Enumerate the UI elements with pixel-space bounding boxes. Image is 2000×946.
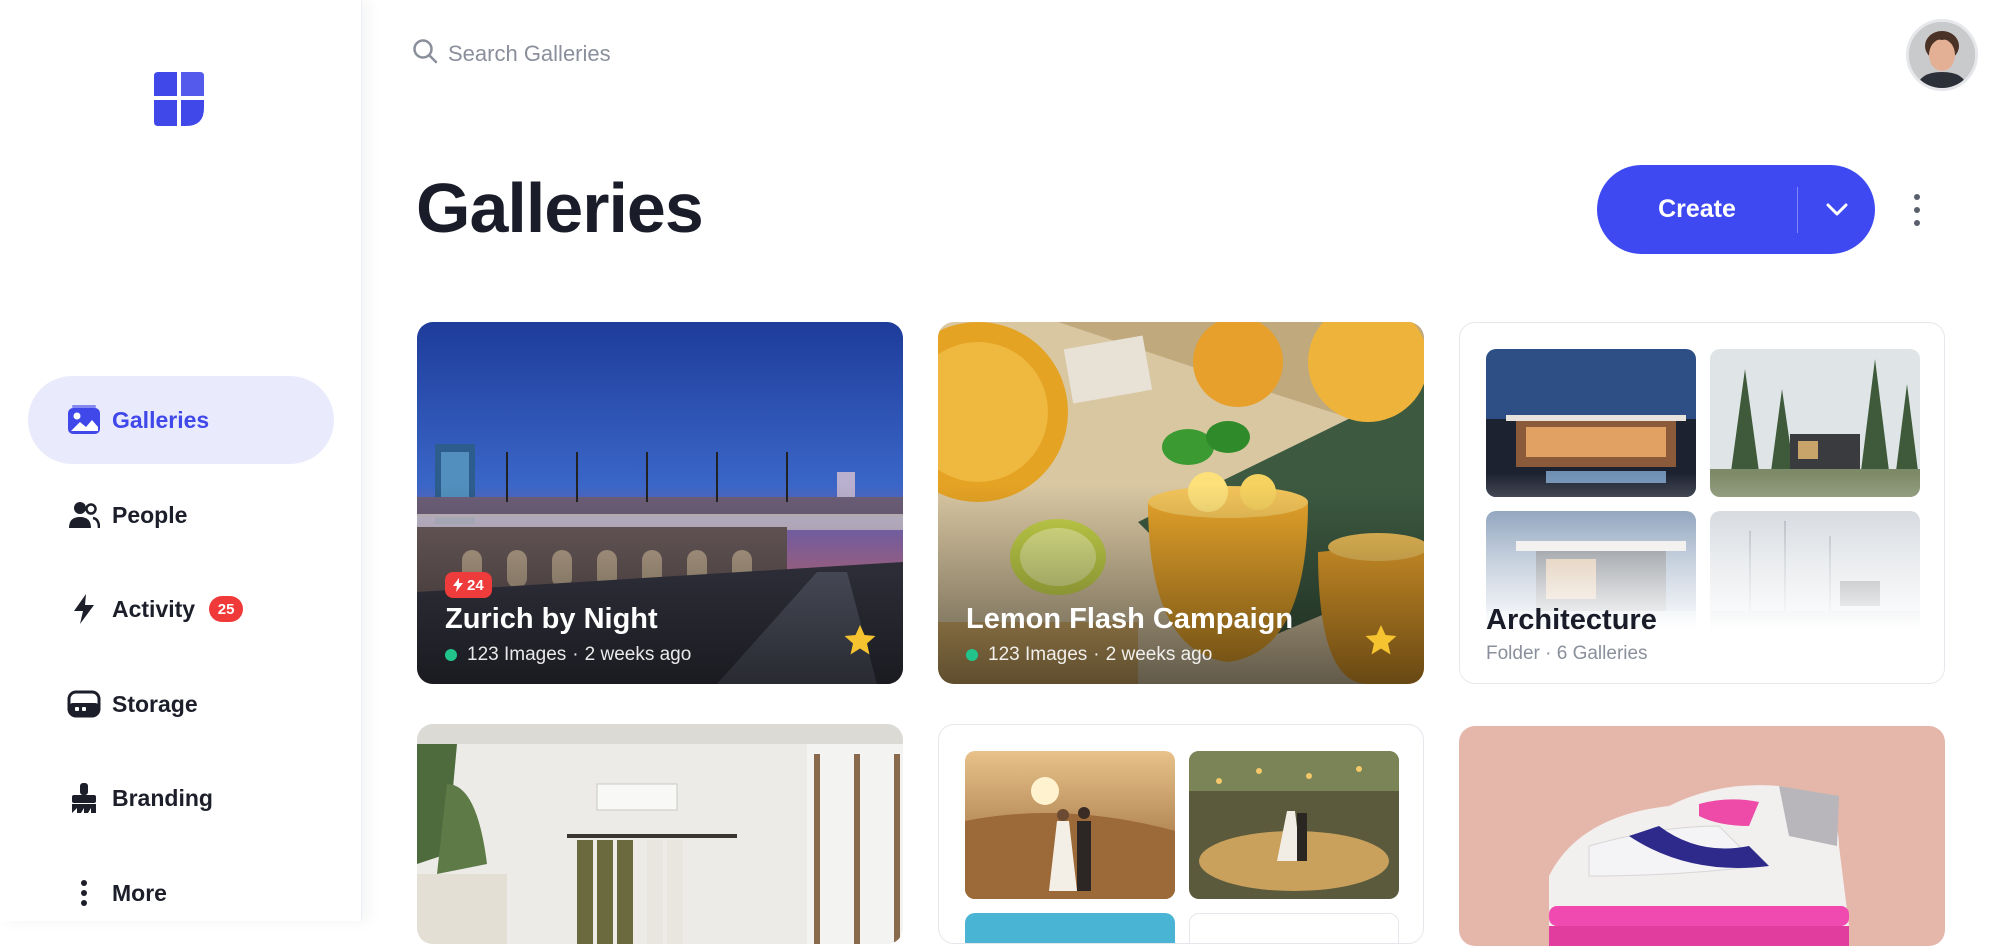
search-input[interactable]: Search Galleries [412,38,611,69]
sidebar-item-label: Storage [112,690,198,717]
more-options-icon[interactable] [1903,190,1931,230]
status-dot [966,649,978,661]
flash-count-badge: 24 [445,572,492,598]
page-title: Galleries [416,169,704,247]
brush-icon [66,780,102,816]
gallery-meta: 123 Images · 2 weeks ago [445,644,691,666]
chevron-down-icon[interactable] [1798,165,1875,254]
app-logo[interactable] [150,68,208,130]
image-icon [66,402,102,438]
gallery-meta: 123 Images · 2 weeks ago [966,644,1212,666]
search-placeholder: Search Galleries [448,40,611,66]
folder-card[interactable]: Architecture Folder · 6 Galleries [1459,322,1945,684]
folder-thumbnail [965,913,1175,943]
gallery-age: 2 weeks ago [1105,644,1213,665]
gallery-card[interactable] [417,724,903,944]
storage-icon [66,686,102,722]
sidebar-item-label: People [112,501,188,528]
folder-title: Architecture [1486,604,1657,636]
sidebar-item-label: Activity [112,595,196,622]
gallery-image-count: 123 Images [988,644,1088,665]
gallery-title: Zurich by Night [445,603,658,635]
meta-separator: · [1093,644,1100,665]
gallery-card[interactable]: 24 Zurich by Night 123 Images · 2 weeks … [417,322,903,684]
star-icon[interactable] [1364,624,1398,656]
create-button-label: Create [1658,195,1736,223]
sidebar-item-branding[interactable]: Branding [28,754,334,842]
folder-thumbnail [1189,751,1399,899]
sidebar-item-storage[interactable]: Storage [28,660,334,748]
gallery-age: 2 weeks ago [584,644,692,665]
sidebar-item-activity[interactable]: Activity 25 [28,565,334,653]
sidebar-item-label: Branding [112,784,213,811]
bolt-icon [66,591,102,627]
folder-card[interactable] [938,724,1424,944]
status-dot [445,649,457,661]
folder-thumbnail [965,751,1175,899]
create-button[interactable]: Create [1597,165,1875,254]
activity-count-badge: 25 [209,596,244,622]
gallery-card[interactable] [1459,726,1945,946]
sidebar-item-more[interactable]: More [28,849,334,937]
gallery-card[interactable]: Lemon Flash Campaign 123 Images · 2 week… [938,322,1424,684]
bolt-icon [453,578,463,592]
search-icon [412,38,438,69]
people-icon [66,497,102,533]
folder-meta: Folder · 6 Galleries [1486,643,1648,664]
avatar[interactable] [1906,19,1978,91]
gallery-title: Lemon Flash Campaign [966,603,1294,635]
star-icon[interactable] [843,624,877,656]
flash-count: 24 [467,576,484,594]
sidebar-item-label: Galleries [112,406,210,433]
meta-separator: · [572,644,579,665]
folder-thumbnail [1189,913,1399,943]
sidebar: Galleries People Activity 25 Storage Bra… [0,0,362,921]
sidebar-item-label: More [112,879,167,906]
gallery-cover-image [1459,726,1945,946]
sidebar-item-galleries[interactable]: Galleries [28,376,334,464]
gallery-cover-image [417,724,903,944]
sidebar-item-people[interactable]: People [28,471,334,559]
more-vertical-icon [66,875,102,911]
gallery-image-count: 123 Images [467,644,567,665]
